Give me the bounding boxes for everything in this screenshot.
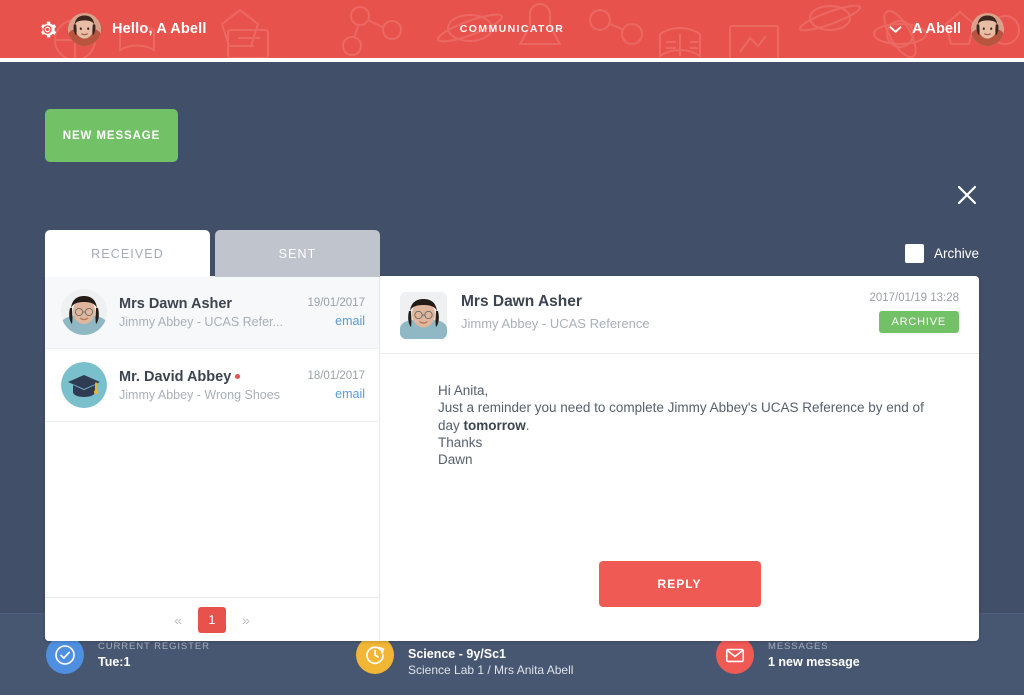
new-message-button[interactable]: NEW MESSAGE <box>45 109 178 162</box>
message-detail-footer: REPLY <box>380 561 979 641</box>
list-item-date: 18/01/2017 <box>307 369 365 382</box>
message-sender-name: Mrs Dawn Asher <box>461 293 582 310</box>
list-item-name: Mr. David Abbey <box>119 369 295 385</box>
check-circle-icon <box>46 635 84 674</box>
tab-sent[interactable]: SENT <box>215 230 380 277</box>
close-icon[interactable] <box>952 180 982 210</box>
message-body-line-4: Dawn <box>438 452 473 468</box>
message-body-period: . <box>525 417 530 433</box>
status-item-text: MESSAGES 1 new message <box>768 641 860 669</box>
pagination: « 1 » <box>45 597 379 641</box>
message-subject: Jimmy Abbey - UCAS Reference <box>461 316 650 331</box>
message-body-bold: tomorrow <box>463 417 526 433</box>
clock-icon <box>356 635 394 674</box>
status-item-text: CURRENT REGISTER Tue:1 <box>98 641 210 669</box>
message-body-line-1: Hi Anita, <box>438 383 489 398</box>
list-item-text: Mr. David Abbey Jimmy Abbey - Wrong Shoe… <box>119 369 295 402</box>
reply-button[interactable]: REPLY <box>598 561 761 607</box>
message-detail-header: Mrs Dawn Asher Jimmy Abbey - UCAS Refere… <box>380 276 979 354</box>
communicator-panel: Mrs Dawn Asher Jimmy Abbey - UCAS Refer.… <box>45 276 979 641</box>
message-detail-meta: 2017/01/19 13:28 ARCHIVE <box>869 292 959 333</box>
graduation-cap-icon <box>61 362 107 408</box>
tab-received[interactable]: RECEIVED <box>45 230 210 277</box>
status-label: CURRENT REGISTER <box>98 640 210 652</box>
message-detail-headtext: Mrs Dawn Asher Jimmy Abbey - UCAS Refere… <box>461 292 855 331</box>
message-body: Hi Anita, Just a reminder you need to co… <box>380 354 979 561</box>
archive-checkbox-label: Archive <box>933 246 979 261</box>
app-header: Hello, A Abell COMMUNICATOR A Abell <box>0 0 1024 62</box>
status-sub: Science Lab 1 / Mrs Anita Abell <box>408 662 574 677</box>
archive-button[interactable]: ARCHIVE <box>878 311 959 333</box>
message-tabs: RECEIVED SENT <box>45 230 380 277</box>
message-detail-panel: Mrs Dawn Asher Jimmy Abbey - UCAS Refere… <box>380 276 979 641</box>
chevron-down-icon[interactable] <box>889 25 902 34</box>
status-item-messages[interactable]: MESSAGES 1 new message <box>716 635 860 674</box>
unread-dot-icon <box>235 374 241 379</box>
user-name-label: A Abell <box>912 21 961 37</box>
list-item-subject: Jimmy Abbey - UCAS Refer... <box>119 314 283 329</box>
woman-photo-avatar-icon <box>61 289 107 335</box>
list-item[interactable]: Mrs Dawn Asher Jimmy Abbey - UCAS Refer.… <box>45 276 379 349</box>
user-avatar[interactable] <box>971 12 1004 46</box>
sender-avatar <box>400 292 447 339</box>
list-item-meta: 19/01/2017 email <box>307 297 365 328</box>
header-user-menu[interactable]: A Abell <box>889 12 1024 46</box>
status-label: MESSAGES <box>768 640 829 652</box>
status-value: 1 new message <box>768 654 860 669</box>
message-body-line-3: Thanks <box>438 434 483 450</box>
app-title: COMMUNICATOR <box>459 23 565 35</box>
list-item-name: Mrs Dawn Asher <box>119 295 233 312</box>
message-body-line-2: Just a reminder you need to complete Jim… <box>438 399 943 434</box>
status-value: Tue:1 <box>98 654 131 669</box>
list-item-date: 19/01/2017 <box>307 296 365 309</box>
list-item-meta: 18/01/2017 email <box>307 370 365 401</box>
list-item-email-link[interactable]: email <box>307 314 365 328</box>
pagination-page-1[interactable]: 1 <box>198 606 226 633</box>
pagination-next[interactable]: » <box>238 610 254 630</box>
status-item-current-register[interactable]: CURRENT REGISTER Tue:1 <box>46 635 356 674</box>
list-item-subject: Jimmy Abbey - Wrong Shoes <box>119 387 280 402</box>
list-item[interactable]: Mr. David Abbey Jimmy Abbey - Wrong Shoe… <box>45 349 379 422</box>
pagination-prev[interactable]: « <box>170 610 186 630</box>
message-timestamp: 2017/01/19 13:28 <box>869 292 959 304</box>
archive-checkbox[interactable]: Archive <box>904 244 979 263</box>
list-item-text: Mrs Dawn Asher Jimmy Abbey - UCAS Refer.… <box>119 296 295 329</box>
list-item-email-link[interactable]: email <box>307 387 365 401</box>
message-list: Mrs Dawn Asher Jimmy Abbey - UCAS Refer.… <box>45 276 379 597</box>
envelope-icon <box>716 635 754 674</box>
archive-checkbox-box[interactable] <box>904 244 924 263</box>
message-list-panel: Mrs Dawn Asher Jimmy Abbey - UCAS Refer.… <box>45 276 380 641</box>
status-value: Science - 9y/Sc1 <box>408 646 506 661</box>
main-content: NEW MESSAGE Archive RECEIVED SENT Mrs Da… <box>0 62 1024 641</box>
